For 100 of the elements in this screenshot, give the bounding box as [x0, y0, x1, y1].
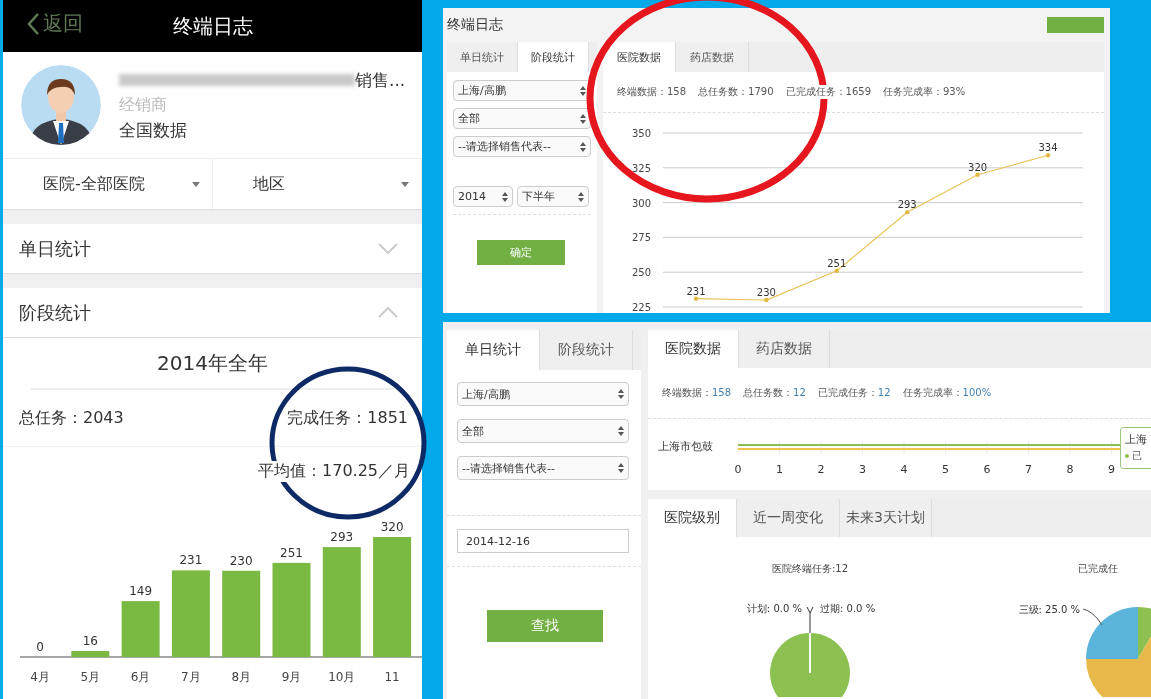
bar-value: 16 — [82, 634, 98, 648]
chevron-down-icon — [378, 243, 398, 254]
axis-tick: 9 — [1108, 463, 1115, 476]
month-label: 10月 — [328, 670, 356, 684]
stat-text: 已完成任务：12 — [817, 386, 891, 400]
axis-tick: 2 — [817, 463, 825, 476]
tooltip-title: 上海 — [1125, 432, 1148, 447]
tab[interactable]: 医院数据 — [648, 330, 739, 368]
period-title: 2014年全年 — [157, 349, 268, 377]
stepper-icon — [580, 85, 586, 96]
category-label: 上海市包鼓 — [658, 440, 713, 453]
select-field[interactable]: 下半年 — [517, 186, 589, 207]
axis-tick: 350 — [631, 128, 651, 139]
point-value: 320 — [968, 161, 988, 173]
axis-tick: 275 — [631, 232, 651, 244]
select-field[interactable]: 全部 — [453, 108, 591, 129]
chevron-up-icon — [378, 307, 398, 318]
axis-tick: 7 — [1025, 463, 1032, 476]
data-point — [975, 172, 980, 177]
stat-text: 任务完成率：93% — [883, 85, 966, 99]
point-value: 293 — [897, 199, 917, 211]
axis-tick: 6 — [983, 463, 991, 476]
axis-tick: 250 — [631, 267, 651, 279]
month-label: 8月 — [231, 670, 251, 684]
data-point — [764, 297, 769, 303]
axis-tick: 5 — [942, 463, 949, 476]
completed-tasks: 完成任务：1851 — [287, 407, 408, 429]
page-title: 终端日志 — [447, 16, 503, 34]
data-point — [693, 296, 699, 301]
stat-text: 终端数据：158 — [662, 386, 732, 400]
stepper-icon — [618, 389, 624, 399]
slice-label: 三级: 25.0 % — [1018, 604, 1080, 615]
bar-value: 231 — [179, 553, 203, 568]
point-value: 230 — [756, 287, 776, 299]
data-point — [905, 210, 910, 215]
bar-value: 0 — [36, 640, 44, 654]
scope-label: 全国数据 — [119, 118, 188, 142]
slice-label: 过期: 0.0 % — [820, 603, 876, 614]
chart-title: 已完成任 — [1078, 563, 1118, 574]
bar-value: 149 — [129, 584, 153, 599]
month-label: 7月 — [181, 670, 201, 684]
select-field[interactable]: --请选择销售代表-- — [453, 136, 591, 157]
total-tasks: 总任务：2043 — [19, 407, 124, 429]
axis-tick: 225 — [631, 302, 651, 313]
tab[interactable]: 阶段统计 — [518, 42, 589, 72]
chart-title: 医院终端任务:12 — [771, 563, 849, 574]
tooltip-text: 已 — [1132, 449, 1142, 463]
screen-title: 终端日志 — [172, 12, 253, 40]
stepper-icon — [618, 426, 624, 436]
axis-tick: 3 — [859, 463, 866, 476]
stat-text: 总任务数：12 — [743, 386, 806, 400]
date-field[interactable]: 2014-12-16 — [457, 529, 629, 553]
stat-text: 总任务数：1790 — [698, 85, 774, 99]
bar — [71, 651, 110, 657]
stepper-icon — [580, 113, 586, 124]
average-value: 平均值：170.25／月 — [258, 460, 410, 482]
leader-line — [806, 606, 814, 634]
tab[interactable]: 医院数据 — [603, 42, 676, 72]
back-button[interactable]: 返回 — [27, 10, 83, 37]
tab[interactable]: 单日统计 — [447, 330, 540, 370]
slice-label: 计划: 0.0 % — [746, 603, 802, 614]
select-field[interactable]: 上海/高鹏 — [453, 80, 591, 101]
point-value: 231 — [686, 285, 706, 297]
avatar-icon — [21, 65, 101, 145]
month-label: 5月 — [80, 670, 101, 684]
axis-tick: 300 — [631, 197, 651, 209]
action-button[interactable] — [1047, 17, 1104, 33]
month-label: 9月 — [281, 670, 302, 684]
point-value: 251 — [827, 257, 847, 269]
stepper-icon — [578, 191, 584, 202]
chevron-left-icon — [27, 12, 39, 35]
bar-value: 320 — [380, 520, 404, 534]
leader-line — [1082, 608, 1103, 626]
axis-tick: 0 — [734, 463, 742, 476]
axis-tick: 8 — [1066, 463, 1074, 476]
bar-value: 293 — [330, 530, 354, 545]
caret-icon — [401, 181, 409, 187]
select-field[interactable]: 2014 — [453, 186, 513, 207]
select-field[interactable]: 全部 — [457, 419, 629, 443]
data-point — [834, 268, 839, 273]
stat-text: 终端数据：158 — [617, 85, 687, 99]
stepper-icon — [580, 141, 586, 152]
role-label: 经销商 — [119, 94, 168, 116]
stat-text: 已完成任务：1659 — [785, 85, 871, 99]
tab[interactable]: 医院级别 — [648, 499, 737, 537]
stepper-icon — [502, 191, 508, 202]
month-label: 6月 — [130, 670, 151, 684]
data-point — [1045, 153, 1051, 158]
month-label: 11 — [384, 670, 400, 684]
axis-tick: 1 — [776, 463, 783, 476]
stat-text: 任务完成率：100% — [902, 386, 992, 400]
bar-value: 251 — [280, 545, 303, 560]
axis-tick: 325 — [631, 162, 651, 174]
bar-value: 230 — [229, 553, 253, 568]
point-value: 334 — [1038, 142, 1058, 154]
select-field[interactable]: 上海/高鹏 — [457, 382, 629, 406]
select-field[interactable]: --请选择销售代表-- — [457, 456, 629, 480]
company-name: 销售... — [355, 68, 406, 92]
caret-icon — [191, 181, 200, 187]
month-label: 4月 — [30, 670, 50, 684]
